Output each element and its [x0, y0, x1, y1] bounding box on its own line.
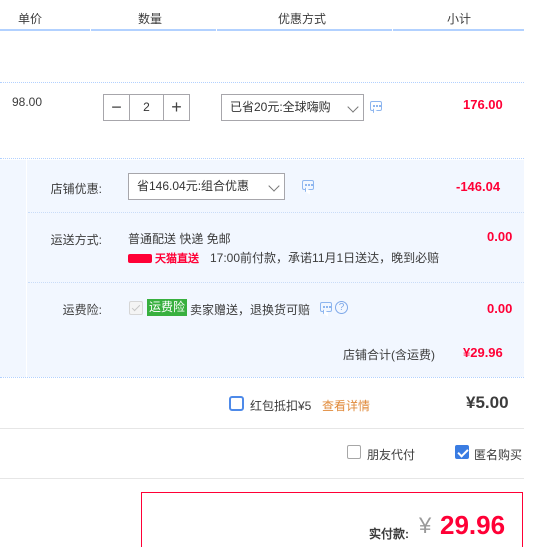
- chevron-down-icon: [347, 101, 359, 113]
- insurance-label: 运费险:: [62, 303, 102, 317]
- shipping-note: 17:00前付款，承诺11月1日送达，晚到必赔: [210, 251, 440, 265]
- message-icon[interactable]: [370, 101, 382, 111]
- shop-discount-amount: -146.04: [456, 179, 501, 194]
- payment-total-box: 实付款: ¥ 29.96: [141, 492, 523, 547]
- shop-total-label: 店铺合计(含运费): [343, 348, 435, 362]
- divider: [0, 377, 524, 378]
- red-packet-amount: ¥5.00: [466, 393, 509, 412]
- quantity-increase-button[interactable]: +: [163, 94, 190, 121]
- insurance-tag: 运费险: [147, 299, 188, 316]
- shop-discount-value: 省146.04元:组合优惠: [137, 179, 250, 193]
- shop-total-amount: ¥29.96: [463, 345, 503, 360]
- tmall-cat-icon: [128, 253, 152, 263]
- header-quantity: 数量: [138, 12, 163, 26]
- header-subtotal: 小计: [447, 12, 472, 26]
- shipping-label: 运送方式:: [50, 233, 102, 247]
- shipping-method: 普通配送 快递 免邮: [128, 232, 231, 246]
- red-packet-checkbox[interactable]: [229, 396, 244, 411]
- divider: [0, 428, 524, 429]
- item-discount-select[interactable]: 已省20元:全球嗨购: [221, 94, 364, 121]
- insurance-text: 卖家赠送，退换货可赔: [190, 303, 311, 317]
- item-subtotal: 176.00: [463, 97, 503, 112]
- quantity-input[interactable]: 2: [130, 94, 163, 121]
- divider: [0, 158, 524, 159]
- shop-discount-select[interactable]: 省146.04元:组合优惠: [128, 173, 285, 200]
- header-unit-price: 单价: [18, 12, 43, 26]
- order-table-header: 单价 数量 优惠方式 小计: [0, 0, 524, 31]
- payment-currency: ¥: [419, 513, 432, 538]
- tmall-direct-badge: 天猫直送: [128, 250, 199, 265]
- help-icon[interactable]: ?: [335, 301, 348, 314]
- payment-amount: 29.96: [440, 510, 506, 540]
- payment-label: 实付款:: [369, 527, 409, 541]
- shop-discount-label: 店铺优惠:: [50, 182, 102, 196]
- insurance-checkbox[interactable]: [129, 301, 143, 315]
- shipping-amount: 0.00: [487, 229, 513, 244]
- red-packet-details-link[interactable]: 查看详情: [322, 397, 370, 414]
- quantity-decrease-button[interactable]: −: [103, 94, 130, 121]
- divider: [0, 478, 524, 479]
- divider: [0, 82, 524, 83]
- anonymous-checkbox[interactable]: [455, 445, 469, 459]
- message-icon[interactable]: [302, 180, 314, 190]
- friend-pay-checkbox[interactable]: [347, 445, 361, 459]
- red-packet-label: 红包抵扣¥5: [250, 399, 312, 413]
- header-discount: 优惠方式: [278, 12, 327, 26]
- message-icon[interactable]: [320, 302, 332, 312]
- anonymous-label: 匿名购买: [474, 448, 523, 462]
- insurance-amount: 0.00: [487, 301, 513, 316]
- item-discount-value: 已省20元:全球嗨购: [230, 100, 331, 114]
- unit-price: 98.00: [12, 95, 43, 109]
- friend-pay-label: 朋友代付: [367, 448, 416, 462]
- chevron-down-icon: [268, 180, 280, 192]
